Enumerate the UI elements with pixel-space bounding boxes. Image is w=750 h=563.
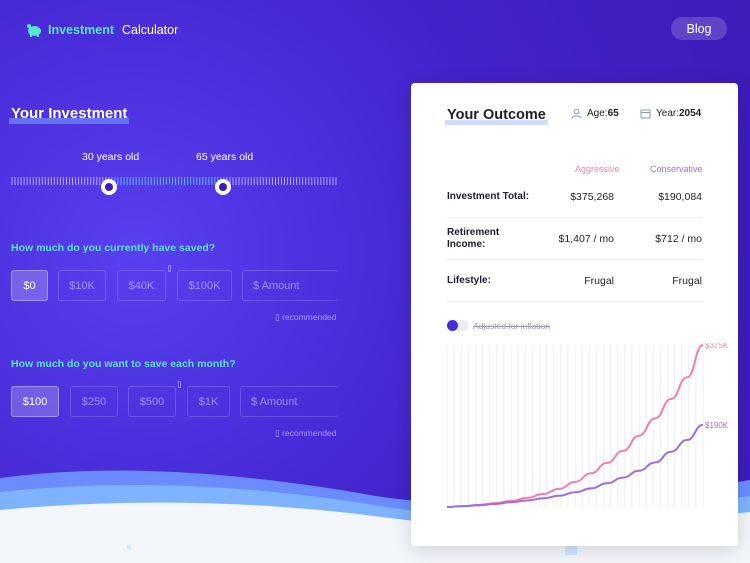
recommended-marker-icon: ▯ — [275, 312, 283, 322]
investment-title: Your Investment — [9, 105, 130, 124]
recommended-marker-icon: ▯ — [275, 428, 283, 438]
series-end-label-aggressive: $375K — [705, 343, 729, 350]
column-aggressive: Aggressive — [575, 164, 620, 174]
calendar-icon — [640, 109, 651, 119]
monthly-option-500[interactable]: $500 — [128, 386, 176, 417]
row-aggressive-investment-total: $375,268 — [570, 191, 614, 203]
monthly-option-1k[interactable]: $1K — [187, 386, 230, 417]
saved-recommended-text: recommended — [282, 312, 337, 322]
monthly-recommended-note: ▯ recommended — [275, 428, 336, 439]
piggy-bank-icon — [27, 24, 41, 37]
row-label-retirement-income: Retirement Income: — [447, 227, 500, 250]
age-meta: Age: 65 — [571, 108, 619, 119]
row-conservative-lifestyle: Frugal — [672, 275, 702, 287]
saved-amount-input[interactable]: $ Amount — [242, 270, 338, 301]
brand-name-bold: Investment — [48, 23, 114, 37]
row-divider — [447, 301, 703, 302]
row-divider — [447, 259, 703, 260]
outcome-title-text: Your Outcome — [447, 107, 546, 123]
year-meta: Year: 2054 — [640, 108, 701, 119]
row-conservative-retirement-income: $712 / mo — [655, 233, 702, 245]
age-label: Age: — [587, 108, 608, 119]
monthly-option-250[interactable]: $250 — [70, 386, 118, 417]
user-icon — [571, 108, 582, 119]
row-aggressive-lifestyle: Frugal — [584, 275, 614, 287]
row-label-lifestyle: Lifestyle: — [447, 275, 491, 286]
saved-option-0[interactable]: $0 — [11, 270, 48, 301]
investment-title-text: Your Investment — [11, 105, 128, 122]
saved-recommended-note: ▯ recommended — [275, 312, 336, 323]
year-label: Year: — [656, 108, 679, 119]
age-range-slider-track[interactable] — [11, 175, 337, 187]
saved-option-40k[interactable]: $40K — [117, 270, 166, 301]
brand[interactable]: Investment Calculator — [26, 22, 178, 38]
age-start-label: 30 years old — [82, 151, 140, 163]
year-value: 2054 — [678, 108, 702, 119]
recommended-marker-icon — [178, 381, 181, 388]
toggle-knob[interactable] — [447, 320, 458, 331]
age-start-slider-handle[interactable] — [101, 179, 117, 195]
recommended-marker-icon — [168, 265, 171, 272]
row-label-investment-total: Investment Total: — [447, 191, 530, 202]
monthly-question: How much do you want to save each month? — [11, 358, 236, 370]
outcome-chart: $375K $190K — [447, 343, 729, 508]
series-end-label-conservative: $190K — [705, 421, 729, 430]
monthly-option-100[interactable]: $100 — [11, 386, 59, 417]
blog-button[interactable]: Blog — [671, 17, 727, 40]
column-conservative: Conservative — [650, 164, 703, 174]
outcome-title: Your Outcome — [445, 107, 548, 125]
row-divider — [447, 217, 703, 218]
row-aggressive-retirement-income: $1,407 / mo — [558, 233, 614, 245]
inflation-label: Adjusted for inflation — [473, 321, 551, 331]
monthly-amount-input[interactable]: $ Amount — [240, 386, 338, 417]
saved-option-100k[interactable]: $100K — [177, 270, 232, 301]
age-end-label: 65 years old — [196, 151, 254, 163]
age-end-slider-handle[interactable] — [215, 179, 231, 195]
outcome-card: Your Outcome Age: 65 Year: 2054 Aggressive… — [411, 83, 738, 546]
age-value: 65 — [607, 108, 619, 119]
saved-option-10k[interactable]: $10K — [58, 270, 106, 301]
row-conservative-investment-total: $190,084 — [658, 191, 702, 203]
saved-question: How much do you currently have saved? — [11, 242, 216, 254]
monthly-recommended-text: recommended — [282, 428, 337, 438]
brand-name-rest: Calculator — [122, 23, 179, 37]
inflation-toggle[interactable] — [447, 320, 469, 331]
